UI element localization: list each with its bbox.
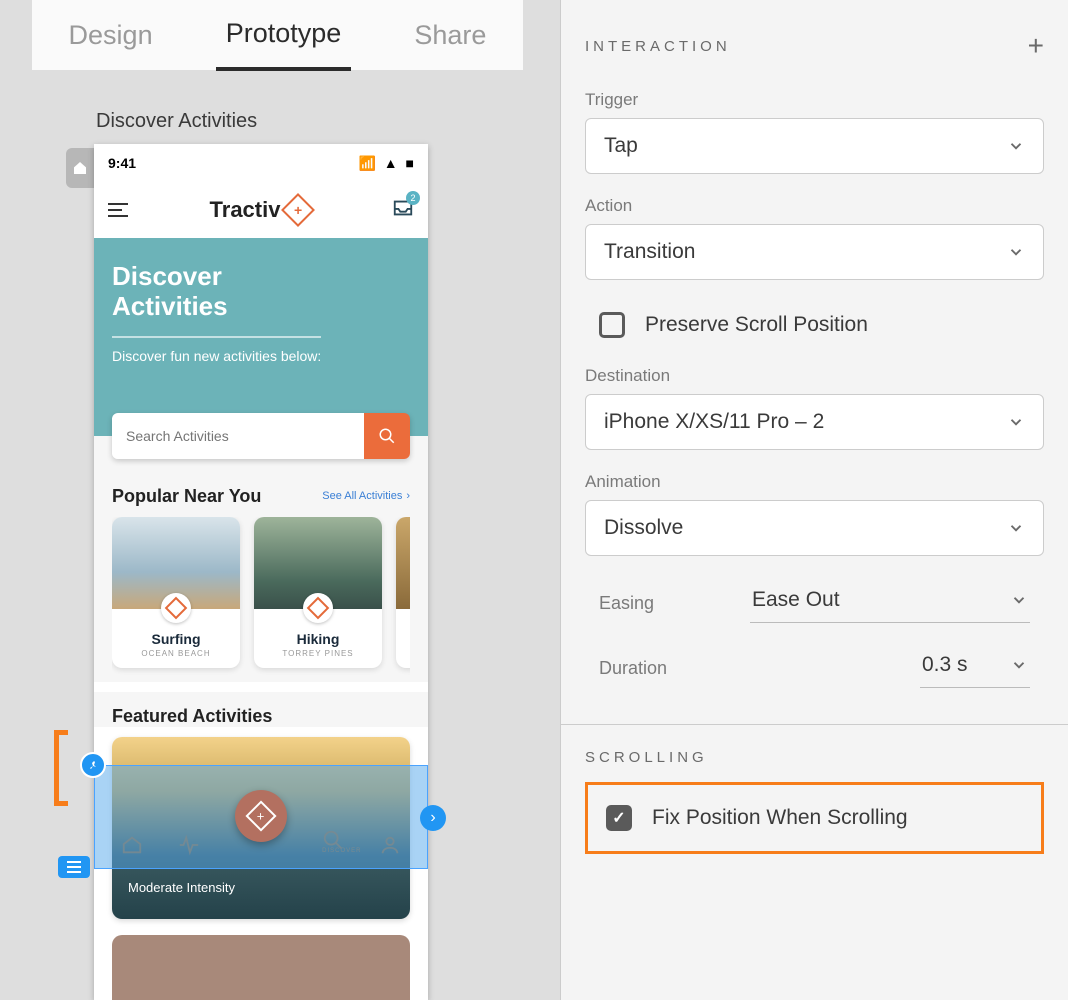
inbox-badge: 2 (406, 191, 420, 205)
card-title: Hiking (254, 631, 382, 647)
activity-card[interactable]: Hiking TORREY PINES (254, 517, 382, 668)
app-logo: Tractiv (210, 197, 311, 223)
card-subtitle: TORREY PINES (254, 649, 382, 658)
profile-nav-icon[interactable] (379, 834, 401, 856)
add-interaction-button[interactable]: + (1028, 30, 1044, 62)
status-time: 9:41 (108, 155, 136, 171)
brand-name: Tractiv (210, 197, 281, 223)
animation-label: Animation (585, 472, 1044, 492)
see-all-link[interactable]: See All Activities› (322, 490, 410, 502)
trigger-value: Tap (604, 134, 638, 158)
destination-select[interactable]: iPhone X/XS/11 Pro – 2 (585, 394, 1044, 450)
destination-value: iPhone X/XS/11 Pro – 2 (604, 410, 824, 434)
chevron-down-icon (1010, 591, 1028, 609)
featured-card[interactable] (112, 935, 410, 1000)
chevron-down-icon (1007, 519, 1025, 537)
artboard-phone[interactable]: 9:41 📶 ▲ ■ Tractiv 2 DiscoverActivities … (94, 144, 428, 1000)
signal-icon: 📶 (358, 155, 375, 171)
fix-position-checkbox[interactable] (606, 805, 632, 831)
trigger-select[interactable]: Tap (585, 118, 1044, 174)
trigger-label: Trigger (585, 90, 1044, 110)
home-nav-icon[interactable] (121, 834, 143, 856)
hero-title: DiscoverActivities (112, 262, 410, 322)
featured-section: Featured Activities (94, 692, 428, 727)
chevron-down-icon (1007, 413, 1025, 431)
search-bar (112, 413, 410, 459)
add-nav-button[interactable] (235, 790, 287, 842)
pin-icon (87, 759, 99, 771)
cards-row: Surfing OCEAN BEACH Hiking TORREY PINES (112, 517, 410, 682)
easing-label: Easing (599, 593, 654, 614)
destination-label: Destination (585, 366, 1044, 386)
activity-nav-icon[interactable] (178, 834, 200, 856)
card-badge-icon (161, 593, 191, 623)
duration-select[interactable]: 0.3 s (920, 649, 1030, 688)
app-header: Tractiv 2 (94, 182, 428, 238)
status-icons: 📶 ▲ ■ (354, 155, 414, 172)
easing-value: Ease Out (752, 588, 840, 612)
highlight-bracket (54, 730, 68, 806)
preserve-scroll-row[interactable]: Preserve Scroll Position (585, 302, 1044, 348)
menu-icon[interactable] (108, 203, 128, 217)
properties-panel: INTERACTION + Trigger Tap Action Transit… (560, 0, 1068, 1000)
popular-section: Popular Near You See All Activities› Sur… (94, 472, 428, 682)
tab-prototype[interactable]: Prototype (216, 0, 352, 71)
easing-select[interactable]: Ease Out (750, 584, 1030, 623)
action-value: Transition (604, 240, 695, 264)
fix-position-highlight: Fix Position When Scrolling (585, 782, 1044, 854)
tab-share[interactable]: Share (404, 2, 496, 69)
animation-select[interactable]: Dissolve (585, 500, 1044, 556)
prototype-link-handle[interactable]: › (420, 805, 446, 831)
chevron-down-icon (1007, 137, 1025, 155)
chevron-down-icon (1007, 243, 1025, 261)
card-badge-icon (303, 593, 333, 623)
nav-label-discover: DISCOVER (322, 848, 361, 854)
preserve-scroll-label: Preserve Scroll Position (645, 313, 868, 337)
mode-tabs: Design Prototype Share (32, 0, 523, 70)
logo-diamond-icon (281, 193, 315, 227)
card-title: Surfing (112, 631, 240, 647)
scrolling-heading: SCROLLING (585, 749, 1044, 766)
duration-value: 0.3 s (922, 653, 968, 677)
duration-label: Duration (599, 658, 667, 679)
activity-card[interactable] (396, 517, 410, 668)
battery-icon: ■ (406, 155, 414, 171)
artboard-title[interactable]: Discover Activities (96, 110, 257, 133)
chevron-right-icon: › (406, 490, 410, 502)
selected-element-overlay[interactable]: DISCOVER (94, 765, 428, 869)
inbox-button[interactable]: 2 (392, 197, 414, 224)
search-button[interactable] (364, 413, 410, 459)
action-label: Action (585, 196, 1044, 216)
search-icon (378, 427, 396, 445)
hero-subtitle: Discover fun new activities below: (112, 336, 321, 364)
home-icon (72, 160, 88, 176)
status-bar: 9:41 📶 ▲ ■ (94, 144, 428, 182)
chevron-right-icon: › (430, 809, 435, 827)
featured-title: Featured Activities (112, 706, 272, 727)
hero: DiscoverActivities Discover fun new acti… (94, 238, 428, 436)
fix-position-label: Fix Position When Scrolling (652, 806, 908, 830)
card-subtitle: OCEAN BEACH (112, 649, 240, 658)
intensity-label: Moderate Intensity (128, 880, 235, 895)
search-input[interactable] (112, 413, 364, 459)
layers-badge[interactable] (58, 856, 90, 878)
interaction-heading: INTERACTION (585, 38, 731, 55)
home-handle[interactable] (66, 148, 94, 188)
popular-title: Popular Near You (112, 486, 261, 507)
animation-value: Dissolve (604, 516, 683, 540)
wifi-icon: ▲ (384, 155, 398, 171)
fix-position-row[interactable]: Fix Position When Scrolling (598, 799, 1031, 837)
action-select[interactable]: Transition (585, 224, 1044, 280)
activity-card[interactable]: Surfing OCEAN BEACH (112, 517, 240, 668)
preserve-scroll-checkbox[interactable] (599, 312, 625, 338)
tab-design[interactable]: Design (59, 2, 163, 69)
chevron-down-icon (1010, 656, 1028, 674)
pin-badge[interactable] (80, 752, 106, 778)
